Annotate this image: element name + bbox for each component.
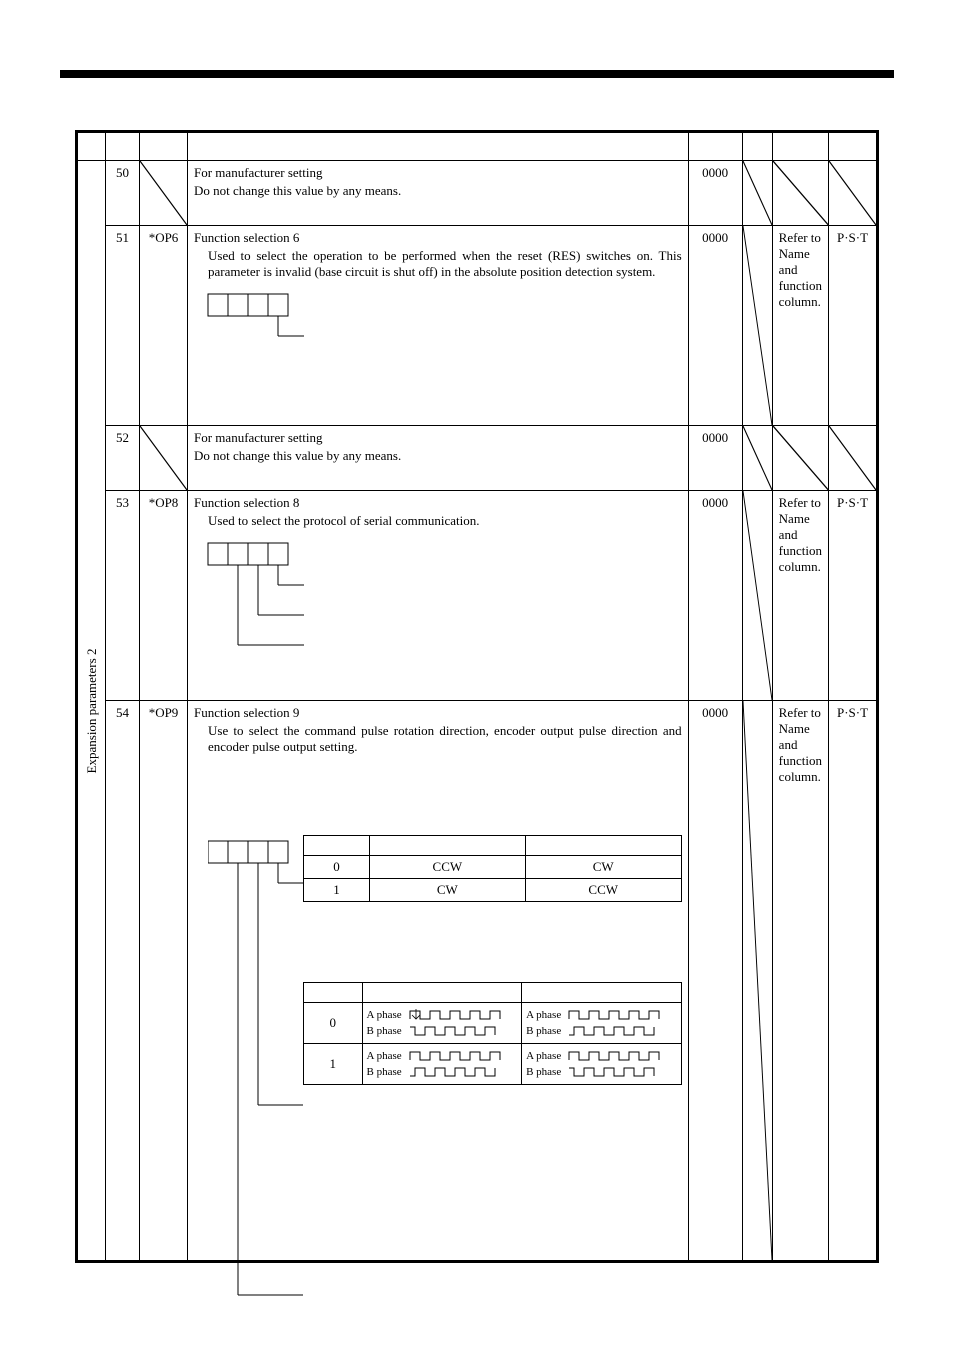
header-row (78, 133, 877, 161)
rot-fwd: CCW (369, 856, 525, 879)
initial-value: 0000 (688, 491, 742, 701)
rotation-subtable: 0 CCW CW 1 CW CCW (303, 835, 682, 902)
param-symbol: *OP6 (140, 226, 188, 426)
table-row: 51 *OP6 Function selection 6 Used to sel… (78, 226, 877, 426)
param-desc: Function selection 6 Used to select the … (188, 226, 689, 426)
encoder-subtable: 0 A phase B phase A phase B phase (303, 982, 682, 1085)
waveform-cell: A phase B phase (362, 1003, 522, 1044)
table-row: 53 *OP8 Function selection 8 Used to sel… (78, 491, 877, 701)
waveform-cell: A phase B phase (522, 1003, 682, 1044)
enc-setting: 1 (304, 1044, 363, 1085)
waveform-cell: A phase B phase (522, 1044, 682, 1085)
initial-value: 0000 (688, 426, 742, 491)
initial-value: 0000 (688, 161, 742, 226)
mode-cell: P·S·T (829, 491, 877, 701)
initial-value: 0000 (688, 226, 742, 426)
unit-cell (742, 426, 772, 491)
table-row: 54 *OP9 Function selection 9 Use to sele… (78, 701, 877, 1261)
mode-cell: P·S·T (829, 226, 877, 426)
rot-fwd: CW (369, 879, 525, 902)
setting-range: Refer to Name and function column. (772, 701, 828, 1261)
param-symbol: *OP8 (140, 491, 188, 701)
rot-rev: CCW (525, 879, 681, 902)
rot-setting: 0 (304, 856, 370, 879)
parameter-table: Expansion parameters 2 50 For manufactur… (75, 130, 879, 1263)
class-label: Expansion parameters 2 (84, 648, 100, 773)
unit-cell (742, 226, 772, 426)
param-no: 54 (106, 701, 140, 1261)
param-desc: Function selection 8 Used to select the … (188, 491, 689, 701)
setting-range (772, 426, 828, 491)
bit-tree-icon (194, 537, 682, 677)
table-row: Expansion parameters 2 50 For manufactur… (78, 161, 877, 226)
header-rule (60, 70, 894, 78)
param-symbol: *OP9 (140, 701, 188, 1261)
unit-cell (742, 161, 772, 226)
unit-cell (742, 491, 772, 701)
waveform-cell: A phase B phase (362, 1044, 522, 1085)
param-no: 53 (106, 491, 140, 701)
rot-rev: CW (525, 856, 681, 879)
param-no: 52 (106, 426, 140, 491)
bit-tree-icon (194, 288, 682, 388)
param-symbol (140, 426, 188, 491)
param-no: 50 (106, 161, 140, 226)
param-desc: For manufacturer setting Do not change t… (188, 161, 689, 226)
rot-setting: 1 (304, 879, 370, 902)
initial-value: 0000 (688, 701, 742, 1261)
mode-cell (829, 426, 877, 491)
setting-range (772, 161, 828, 226)
param-desc: For manufacturer setting Do not change t… (188, 426, 689, 491)
mode-cell: P·S·T (829, 701, 877, 1261)
param-desc: Function selection 9 Use to select the c… (188, 701, 689, 1261)
unit-cell (742, 701, 772, 1261)
setting-range: Refer to Name and function column. (772, 491, 828, 701)
param-symbol (140, 161, 188, 226)
table-row: 52 For manufacturer setting Do not chang… (78, 426, 877, 491)
mode-cell (829, 161, 877, 226)
enc-setting: 0 (304, 1003, 363, 1044)
setting-range: Refer to Name and function column. (772, 226, 828, 426)
param-no: 51 (106, 226, 140, 426)
